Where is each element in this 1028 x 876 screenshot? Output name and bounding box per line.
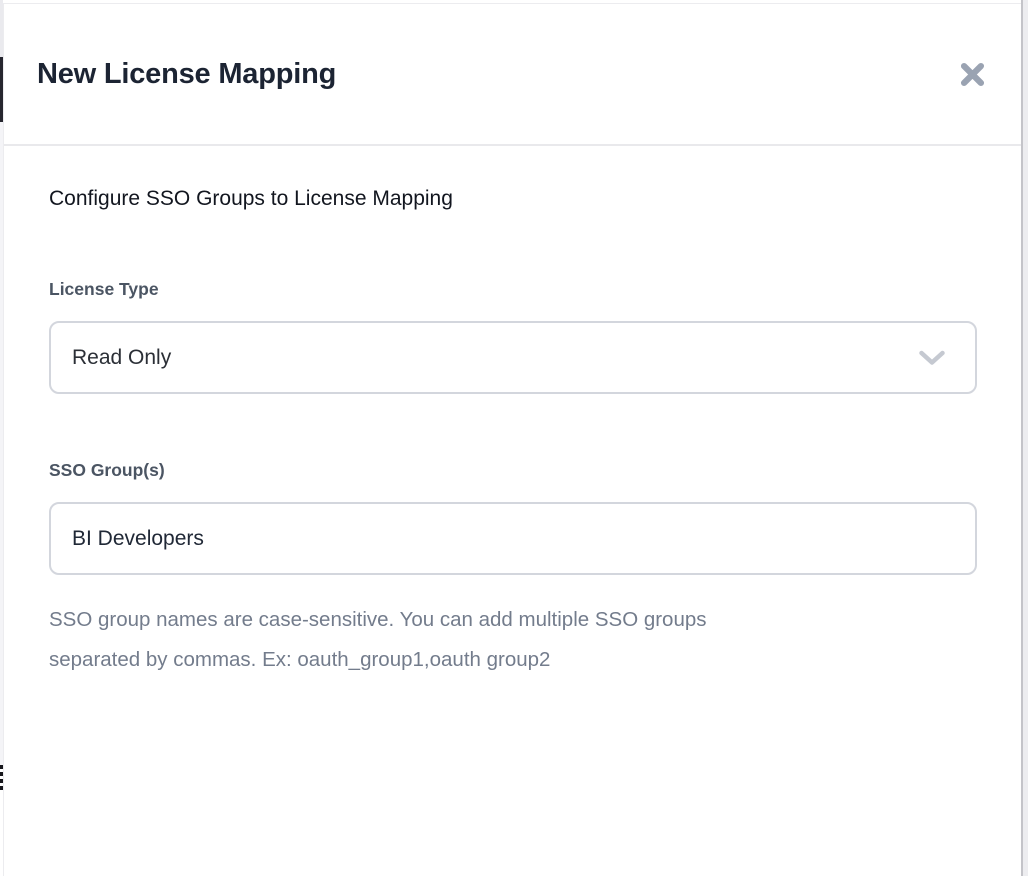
modal-body: Configure SSO Groups to License Mapping …	[4, 146, 1021, 680]
close-button[interactable]	[957, 59, 987, 89]
license-type-select[interactable]: Read Only	[49, 321, 977, 394]
modal-header: New License Mapping	[4, 4, 1021, 146]
sso-groups-input[interactable]	[49, 502, 977, 575]
license-type-selected-value: Read Only	[72, 346, 171, 370]
sso-groups-label: SSO Group(s)	[49, 460, 977, 480]
helper-text-line-2: separated by commas. Ex: oauth_group1,oa…	[49, 640, 977, 680]
helper-text-line-1: SSO group names are case-sensitive. You …	[49, 600, 977, 640]
modal-description: Configure SSO Groups to License Mapping	[49, 184, 977, 214]
x-close-icon	[959, 61, 986, 88]
sso-groups-field-group: SSO Group(s) SSO group names are case-se…	[49, 460, 977, 680]
license-type-field-group: License Type Read Only	[49, 279, 977, 394]
chevron-down-icon	[919, 350, 945, 365]
new-license-mapping-modal: New License Mapping Configure SSO Groups…	[3, 3, 1021, 876]
background-page-sliver-right	[1023, 0, 1028, 876]
modal-title: New License Mapping	[37, 58, 336, 91]
sso-groups-helper-text: SSO group names are case-sensitive. You …	[49, 600, 977, 680]
license-type-label: License Type	[49, 279, 977, 299]
